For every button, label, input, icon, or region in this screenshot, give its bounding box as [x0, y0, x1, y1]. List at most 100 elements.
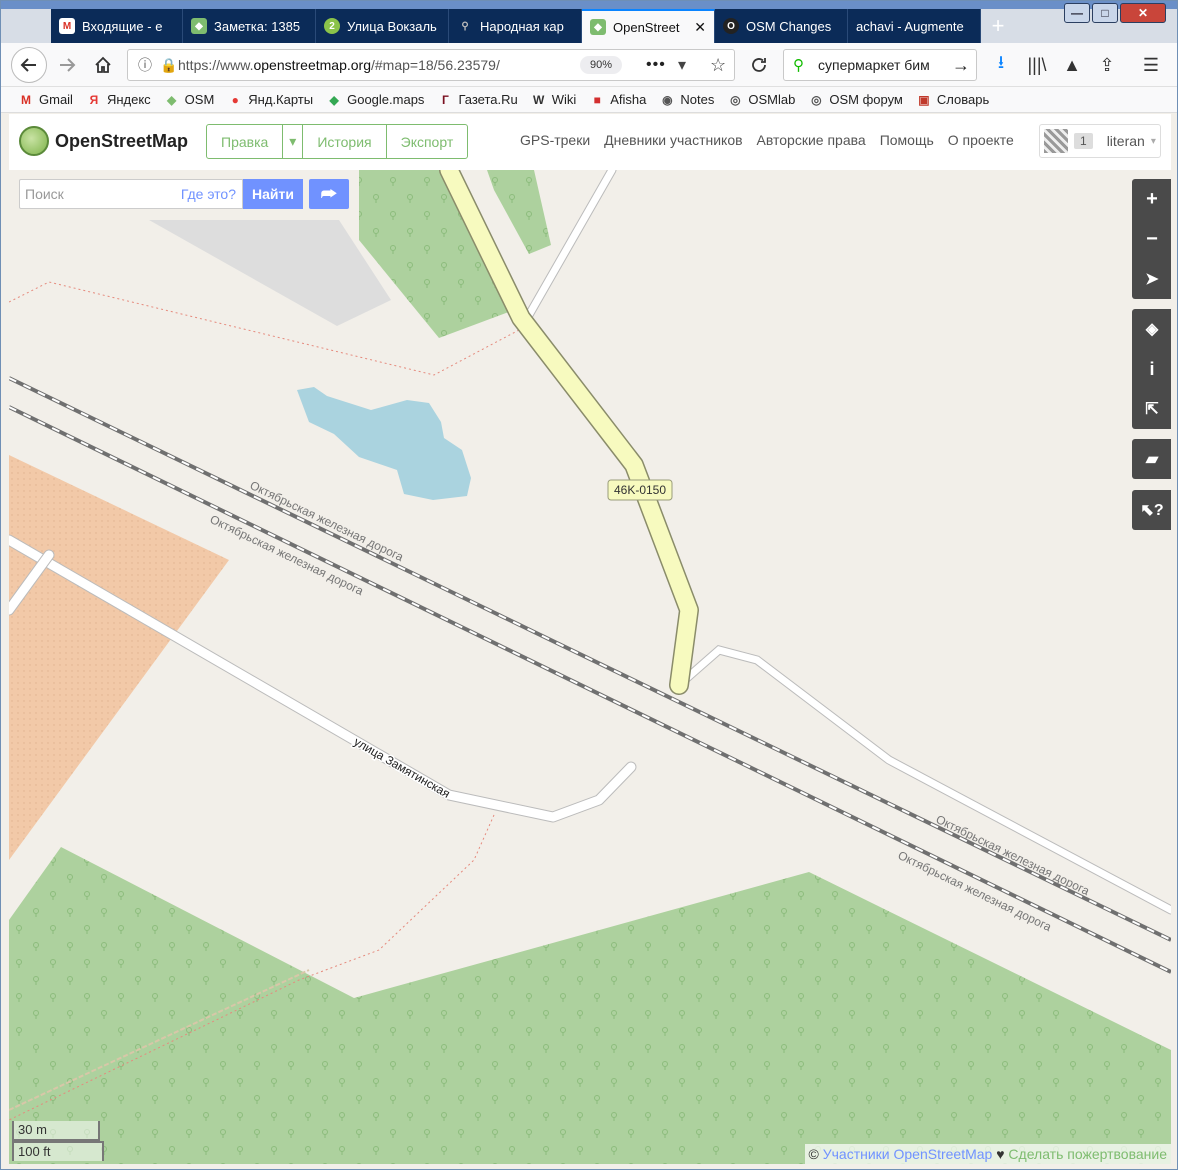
- pocket-icon[interactable]: ▾: [678, 55, 686, 75]
- tab-2gis[interactable]: 2 Улица Вокзаль: [316, 9, 449, 43]
- nav-help[interactable]: Помощь: [880, 132, 934, 148]
- twogis-icon: 2: [324, 18, 340, 34]
- where-is-this-link[interactable]: Где это?: [181, 186, 236, 202]
- geolocate-button[interactable]: ➤: [1132, 259, 1171, 299]
- zoom-out-button[interactable]: −: [1132, 219, 1171, 259]
- zoom-level-badge[interactable]: 90%: [580, 56, 622, 74]
- navigation-toolbar: ⓘ 🔒 https://www.openstreetmap.org/#map=1…: [1, 43, 1177, 87]
- tab-narodnaya[interactable]: ⚲ Народная кар: [449, 9, 582, 43]
- nav-copyright[interactable]: Авторские права: [757, 132, 866, 148]
- tab-osm-note[interactable]: ◆ Заметка: 1385: [183, 9, 316, 43]
- donate-link[interactable]: Сделать пожертвование: [1008, 1146, 1167, 1162]
- map-tiles[interactable]: 46K-0150 Октябрьская железная дорога Окт…: [9, 170, 1171, 1164]
- bookmark-label: OSM форум: [829, 92, 903, 107]
- query-features-button[interactable]: ⬉?: [1132, 490, 1171, 530]
- info-icon[interactable]: ⓘ: [138, 55, 152, 75]
- wikipedia-icon: W: [533, 92, 545, 107]
- tab-openstreetmap[interactable]: ◆ OpenStreet ✕: [582, 9, 715, 43]
- reload-button[interactable]: [743, 49, 775, 81]
- page-actions-icon[interactable]: •••: [646, 56, 666, 74]
- forward-arrow-icon: [60, 58, 76, 72]
- bookmark-10[interactable]: ◎ OSM форум: [809, 92, 903, 107]
- home-button[interactable]: [87, 49, 119, 81]
- download-icon: ⭳: [997, 52, 1005, 72]
- reload-icon: [752, 58, 766, 72]
- tab-title: achavi - Augmente: [856, 18, 964, 34]
- tab-gmail[interactable]: M Входящие - e: [51, 9, 183, 43]
- osm-icon: ◆: [590, 19, 606, 35]
- new-tab-button[interactable]: +: [983, 9, 1013, 43]
- bookmark-6[interactable]: W Wiki: [532, 92, 576, 107]
- minimize-button[interactable]: —: [1064, 3, 1090, 23]
- downloads-button[interactable]: ⭳: [985, 49, 1017, 81]
- nav-about[interactable]: О проекте: [948, 132, 1014, 148]
- map-tools: ◈ i ⇱: [1132, 309, 1171, 429]
- map-pin-icon: ●: [231, 92, 239, 107]
- bookmark-4[interactable]: ◆ Google.maps: [327, 92, 424, 107]
- map-canvas[interactable]: 46K-0150 Октябрьская железная дорога Окт…: [9, 170, 1171, 1164]
- contributors-link[interactable]: Участники OpenStreetMap: [823, 1146, 993, 1162]
- bookmark-2[interactable]: ◆ OSM: [165, 92, 214, 107]
- cursor-question-icon: ⬉?: [1140, 502, 1164, 519]
- zoom-in-button[interactable]: +: [1132, 179, 1171, 219]
- location-arrow-icon: ➤: [1145, 271, 1159, 288]
- bookmark-label: Afisha: [610, 92, 647, 107]
- bookmarks-toolbar: M Gmail Я Яндекс ◆ OSM ● Янд.Карты ◆ Google.maps Г…: [1, 87, 1177, 113]
- maximize-button[interactable]: □: [1092, 3, 1118, 23]
- window-close-button[interactable]: ✕: [1120, 3, 1166, 23]
- bookmark-11[interactable]: ▣ Словарь: [917, 92, 989, 107]
- home-icon: [95, 56, 111, 73]
- plus-icon: +: [1146, 187, 1158, 210]
- nav-gps-traces[interactable]: GPS-треки: [520, 132, 590, 148]
- url-text: https://www.openstreetmap.org/#map=18/56…: [178, 57, 538, 73]
- caret-down-icon: ▾: [1150, 135, 1156, 147]
- directions-button[interactable]: ⮫: [309, 179, 349, 209]
- library-button[interactable]: |||\: [1021, 49, 1053, 81]
- map-attribution: © Участники OpenStreetMap ♥ Сделать поже…: [804, 1144, 1171, 1164]
- layers-button[interactable]: ◈: [1132, 309, 1171, 349]
- map-key-button[interactable]: i: [1132, 349, 1171, 389]
- browser-window: M Входящие - e ◆ Заметка: 1385 2 Улица В…: [0, 0, 1178, 1170]
- back-button[interactable]: [11, 47, 47, 83]
- extension-button-2[interactable]: ⇪: [1091, 49, 1123, 81]
- close-tab-icon[interactable]: ✕: [694, 19, 706, 36]
- tab-achavi[interactable]: achavi - Augmente: [848, 9, 981, 43]
- heart-icon: ♥: [996, 1146, 1005, 1162]
- url-bar[interactable]: ⓘ 🔒 https://www.openstreetmap.org/#map=1…: [127, 49, 735, 81]
- note-tool: ▰: [1132, 439, 1171, 479]
- menu-button[interactable]: ☰: [1135, 49, 1167, 81]
- nav-diaries[interactable]: Дневники участников: [604, 132, 742, 148]
- add-note-button[interactable]: ▰: [1132, 439, 1171, 479]
- share-button[interactable]: ⇱: [1132, 389, 1171, 429]
- bookmark-1[interactable]: Я Яндекс: [87, 92, 151, 107]
- forward-button[interactable]: [51, 49, 83, 81]
- gmail-icon: M: [59, 18, 75, 34]
- search-input[interactable]: Поиск Где это?: [19, 179, 243, 209]
- globe-icon: ◎: [730, 92, 741, 107]
- search-go-arrow-icon[interactable]: →: [952, 55, 970, 76]
- brand-name: OpenStreetMap: [55, 130, 189, 151]
- bookmark-star-icon[interactable]: ☆: [710, 55, 726, 76]
- bookmark-label: Словарь: [936, 92, 990, 107]
- search-bar[interactable]: ⚲ супермаркет бим →: [783, 49, 977, 81]
- extension-button[interactable]: ▲: [1056, 49, 1088, 81]
- bookmark-9[interactable]: ◎ OSMlab: [728, 92, 795, 107]
- tab-title: OpenStreet: [613, 19, 680, 35]
- osm-logo[interactable]: OpenStreetMap: [19, 126, 188, 156]
- bookmark-8[interactable]: ◉ Notes: [660, 92, 714, 107]
- query-tool: ⬉?: [1132, 490, 1171, 530]
- edit-dropdown-button[interactable]: ▾: [283, 125, 304, 158]
- search-submit-button[interactable]: Найти: [243, 179, 303, 209]
- bookmark-5[interactable]: Г Газета.Ru: [438, 92, 518, 107]
- edit-button[interactable]: Правка: [207, 125, 284, 158]
- bookmark-0[interactable]: M Gmail: [19, 92, 73, 107]
- tab-osmcha[interactable]: O OSM Changes: [715, 9, 848, 43]
- export-button[interactable]: Экспорт: [387, 125, 468, 158]
- user-menu[interactable]: 1 literan ▾: [1039, 124, 1161, 158]
- bookmark-3[interactable]: ● Янд.Карты: [228, 92, 313, 107]
- history-button[interactable]: История: [303, 125, 387, 158]
- bookmark-7[interactable]: ■ Afisha: [590, 92, 647, 107]
- bookmark-label: Notes: [680, 92, 715, 107]
- back-arrow-icon: [20, 58, 36, 72]
- share-icon: ⇱: [1145, 401, 1159, 418]
